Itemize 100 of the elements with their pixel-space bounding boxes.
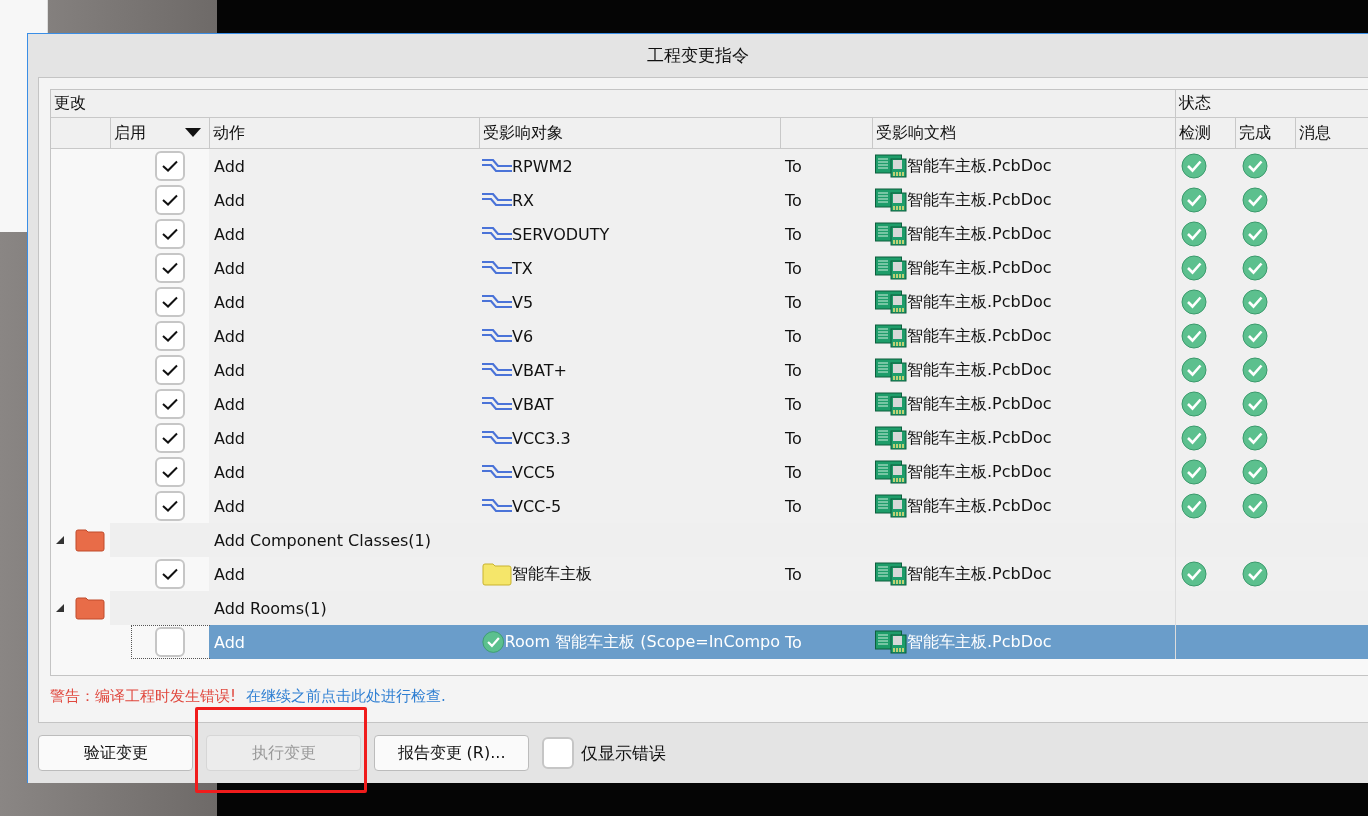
direction-text: To	[785, 632, 802, 652]
pcb-icon	[875, 358, 907, 382]
folder-icon	[482, 562, 512, 586]
pcb-icon	[875, 562, 907, 586]
document-name: 智能车主板.PcbDoc	[907, 563, 1052, 585]
column-header[interactable]: 检测	[1179, 122, 1211, 144]
column-header[interactable]: 完成	[1239, 122, 1271, 144]
net-icon	[482, 327, 512, 345]
pcb-icon	[875, 426, 907, 450]
object-name: RX	[512, 190, 535, 210]
object-name: VBAT	[512, 394, 554, 414]
check-mark-icon	[162, 228, 178, 240]
action-text[interactable]: Add	[214, 394, 245, 414]
action-text[interactable]: Add	[214, 224, 245, 244]
group-header: 更改	[54, 93, 86, 114]
direction-text: To	[785, 428, 802, 448]
pcb-icon	[875, 290, 907, 314]
object-name: VCC3.3	[512, 428, 571, 448]
net-icon	[482, 259, 512, 277]
enable-checkbox[interactable]	[155, 457, 185, 487]
net-icon	[482, 225, 512, 243]
enable-checkbox[interactable]	[155, 355, 185, 385]
object-name: VBAT+	[512, 360, 567, 380]
enable-checkbox[interactable]	[155, 219, 185, 249]
document-name: 智能车主板.PcbDoc	[907, 257, 1052, 279]
check-mark-icon	[162, 466, 178, 478]
action-text[interactable]: Add	[214, 462, 245, 482]
document-name: 智能车主板.PcbDoc	[907, 223, 1052, 245]
action-text[interactable]: Add	[214, 258, 245, 278]
direction-text: To	[785, 360, 802, 380]
action-text[interactable]: Add	[214, 428, 245, 448]
enable-checkbox[interactable]	[155, 321, 185, 351]
pcb-icon	[875, 494, 907, 518]
direction-text: To	[785, 258, 802, 278]
document-name: 智能车主板.PcbDoc	[907, 155, 1052, 177]
sort-icon[interactable]	[185, 128, 201, 138]
net-icon	[482, 429, 512, 447]
pcb-icon	[875, 392, 907, 416]
column-header[interactable]: 受影响文档	[876, 122, 956, 144]
room-check-icon	[482, 629, 505, 655]
group-header: 状态	[1179, 93, 1211, 114]
document-name: 智能车主板.PcbDoc	[907, 427, 1052, 449]
group-label: Add Component Classes(1)	[214, 530, 431, 550]
net-icon	[482, 157, 512, 175]
check-mark-icon	[162, 432, 178, 444]
checkbox-label: 仅显示错误	[581, 741, 666, 765]
only-errors-checkbox[interactable]	[542, 737, 574, 769]
object-name: 智能车主板	[512, 563, 592, 585]
check-mark-icon	[162, 262, 178, 274]
column-header[interactable]: 消息	[1299, 122, 1331, 144]
pcb-icon	[875, 460, 907, 484]
column-header[interactable]: 启用	[114, 122, 146, 144]
net-icon	[482, 293, 512, 311]
direction-text: To	[785, 326, 802, 346]
object-name: V6	[512, 326, 534, 346]
check-link[interactable]: 在继续之前点击此处进行检查.	[246, 686, 446, 706]
dialog-button[interactable]: 报告变更 (R)...	[374, 735, 529, 771]
enable-checkbox[interactable]	[155, 389, 185, 419]
action-text[interactable]: Add	[214, 360, 245, 380]
pcb-icon	[875, 256, 907, 280]
action-text[interactable]: Add	[214, 564, 245, 584]
direction-text: To	[785, 190, 802, 210]
dialog-button[interactable]: 验证变更	[38, 735, 193, 771]
object-name: V5	[512, 292, 534, 312]
net-icon	[482, 497, 512, 515]
check-mark-icon	[162, 194, 178, 206]
enable-checkbox[interactable]	[155, 491, 185, 521]
enable-checkbox[interactable]	[155, 287, 185, 317]
object-name: SERVODUTY	[512, 224, 610, 244]
check-mark-icon	[162, 330, 178, 342]
column-header[interactable]: 动作	[213, 122, 245, 144]
direction-text: To	[785, 292, 802, 312]
pcb-icon	[875, 324, 907, 348]
enable-checkbox[interactable]	[155, 253, 185, 283]
object-name: RPWM2	[512, 156, 573, 176]
action-text[interactable]: Add	[214, 292, 245, 312]
pcb-icon	[875, 154, 907, 178]
net-icon	[482, 395, 512, 413]
enable-checkbox[interactable]	[155, 559, 185, 589]
enable-checkbox[interactable]	[155, 423, 185, 453]
folder-icon	[75, 596, 105, 620]
check-mark-icon	[162, 160, 178, 172]
enable-checkbox[interactable]	[155, 185, 185, 215]
check-mark-icon	[162, 500, 178, 512]
enable-checkbox[interactable]	[155, 151, 185, 181]
action-text[interactable]: Add	[214, 326, 245, 346]
group-label: Add Rooms(1)	[214, 598, 327, 618]
action-text[interactable]: Add	[214, 496, 245, 516]
expander-icon[interactable]	[55, 535, 65, 545]
enable-checkbox[interactable]	[155, 627, 185, 657]
check-mark-icon	[162, 398, 178, 410]
action-text[interactable]: Add	[214, 190, 245, 210]
check-mark-icon	[162, 296, 178, 308]
expander-icon[interactable]	[55, 603, 65, 613]
direction-text: To	[785, 496, 802, 516]
column-header[interactable]: 受影响对象	[483, 122, 563, 144]
document-name: 智能车主板.PcbDoc	[907, 461, 1052, 483]
pcb-icon	[875, 630, 907, 654]
action-text[interactable]: Add	[214, 156, 245, 176]
object-name: VCC-5	[512, 496, 562, 516]
